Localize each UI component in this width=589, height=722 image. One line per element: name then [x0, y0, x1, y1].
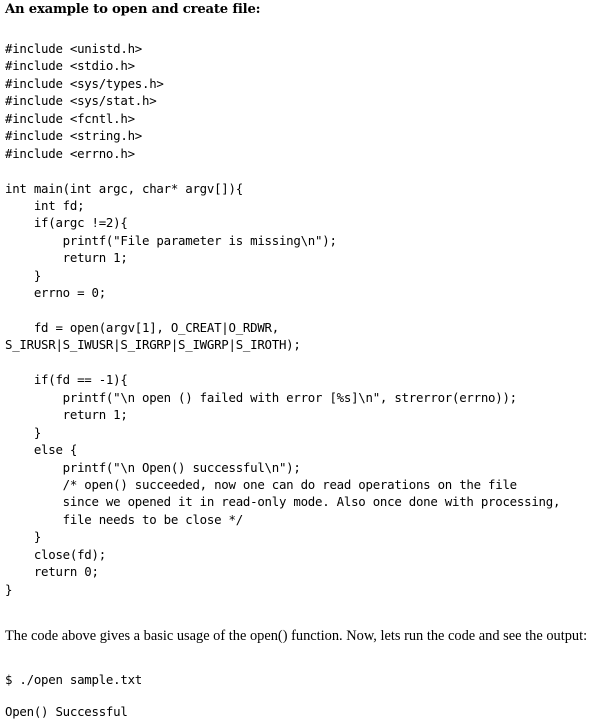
code-line: printf("File parameter is missing\n"); — [5, 232, 337, 248]
code-line: int main(int argc, char* argv[]){ — [5, 180, 243, 196]
code-block: #include <unistd.h> #include <stdio.h> #in… — [5, 40, 560, 598]
code-line: since we opened it in read-only mode. Al… — [5, 494, 561, 510]
code-line: return 1; — [5, 407, 128, 423]
code-line: #include <string.h> — [5, 128, 142, 144]
code-line: } — [5, 424, 42, 440]
code-line: #include <fcntl.h> — [5, 110, 135, 126]
code-line: return 0; — [5, 564, 99, 580]
code-line: if(argc !=2){ — [5, 215, 128, 231]
code-line: return 1; — [5, 250, 128, 266]
code-line: #include <sys/stat.h> — [5, 93, 157, 109]
code-line: #include <sys/types.h> — [5, 75, 164, 91]
code-line: if(fd == -1){ — [5, 372, 128, 388]
shell-command: $ ./open sample.txt — [5, 672, 142, 687]
code-line: /* open() succeeded, now one can do read… — [5, 476, 517, 492]
program-output: Open() Successful — [5, 704, 128, 719]
code-line: errno = 0; — [5, 285, 106, 301]
code-line: file needs to be close */ — [5, 511, 244, 527]
code-line: printf("\n Open() successful\n"); — [5, 459, 301, 475]
code-line: #include <stdio.h> — [5, 58, 135, 74]
code-line: int fd; — [5, 197, 85, 213]
code-line: } — [5, 581, 13, 597]
description-paragraph: The code above gives a basic usage of th… — [5, 628, 588, 644]
code-line: printf("\n open () failed with error [%s… — [5, 389, 517, 405]
code-line: } — [5, 267, 42, 283]
code-line: #include <errno.h> — [5, 145, 135, 161]
code-line: fd = open(argv[1], O_CREAT|O_RDWR, — [5, 320, 279, 335]
code-line: #include <unistd.h> — [5, 41, 142, 56]
code-line: S_IRUSR|S_IWUSR|S_IRGRP|S_IWGRP|S_IROTH)… — [5, 337, 301, 353]
code-line: else { — [5, 442, 78, 458]
code-line: } — [5, 529, 42, 545]
section-heading: An example to open and create file: — [5, 2, 261, 17]
code-line: close(fd); — [5, 546, 106, 562]
